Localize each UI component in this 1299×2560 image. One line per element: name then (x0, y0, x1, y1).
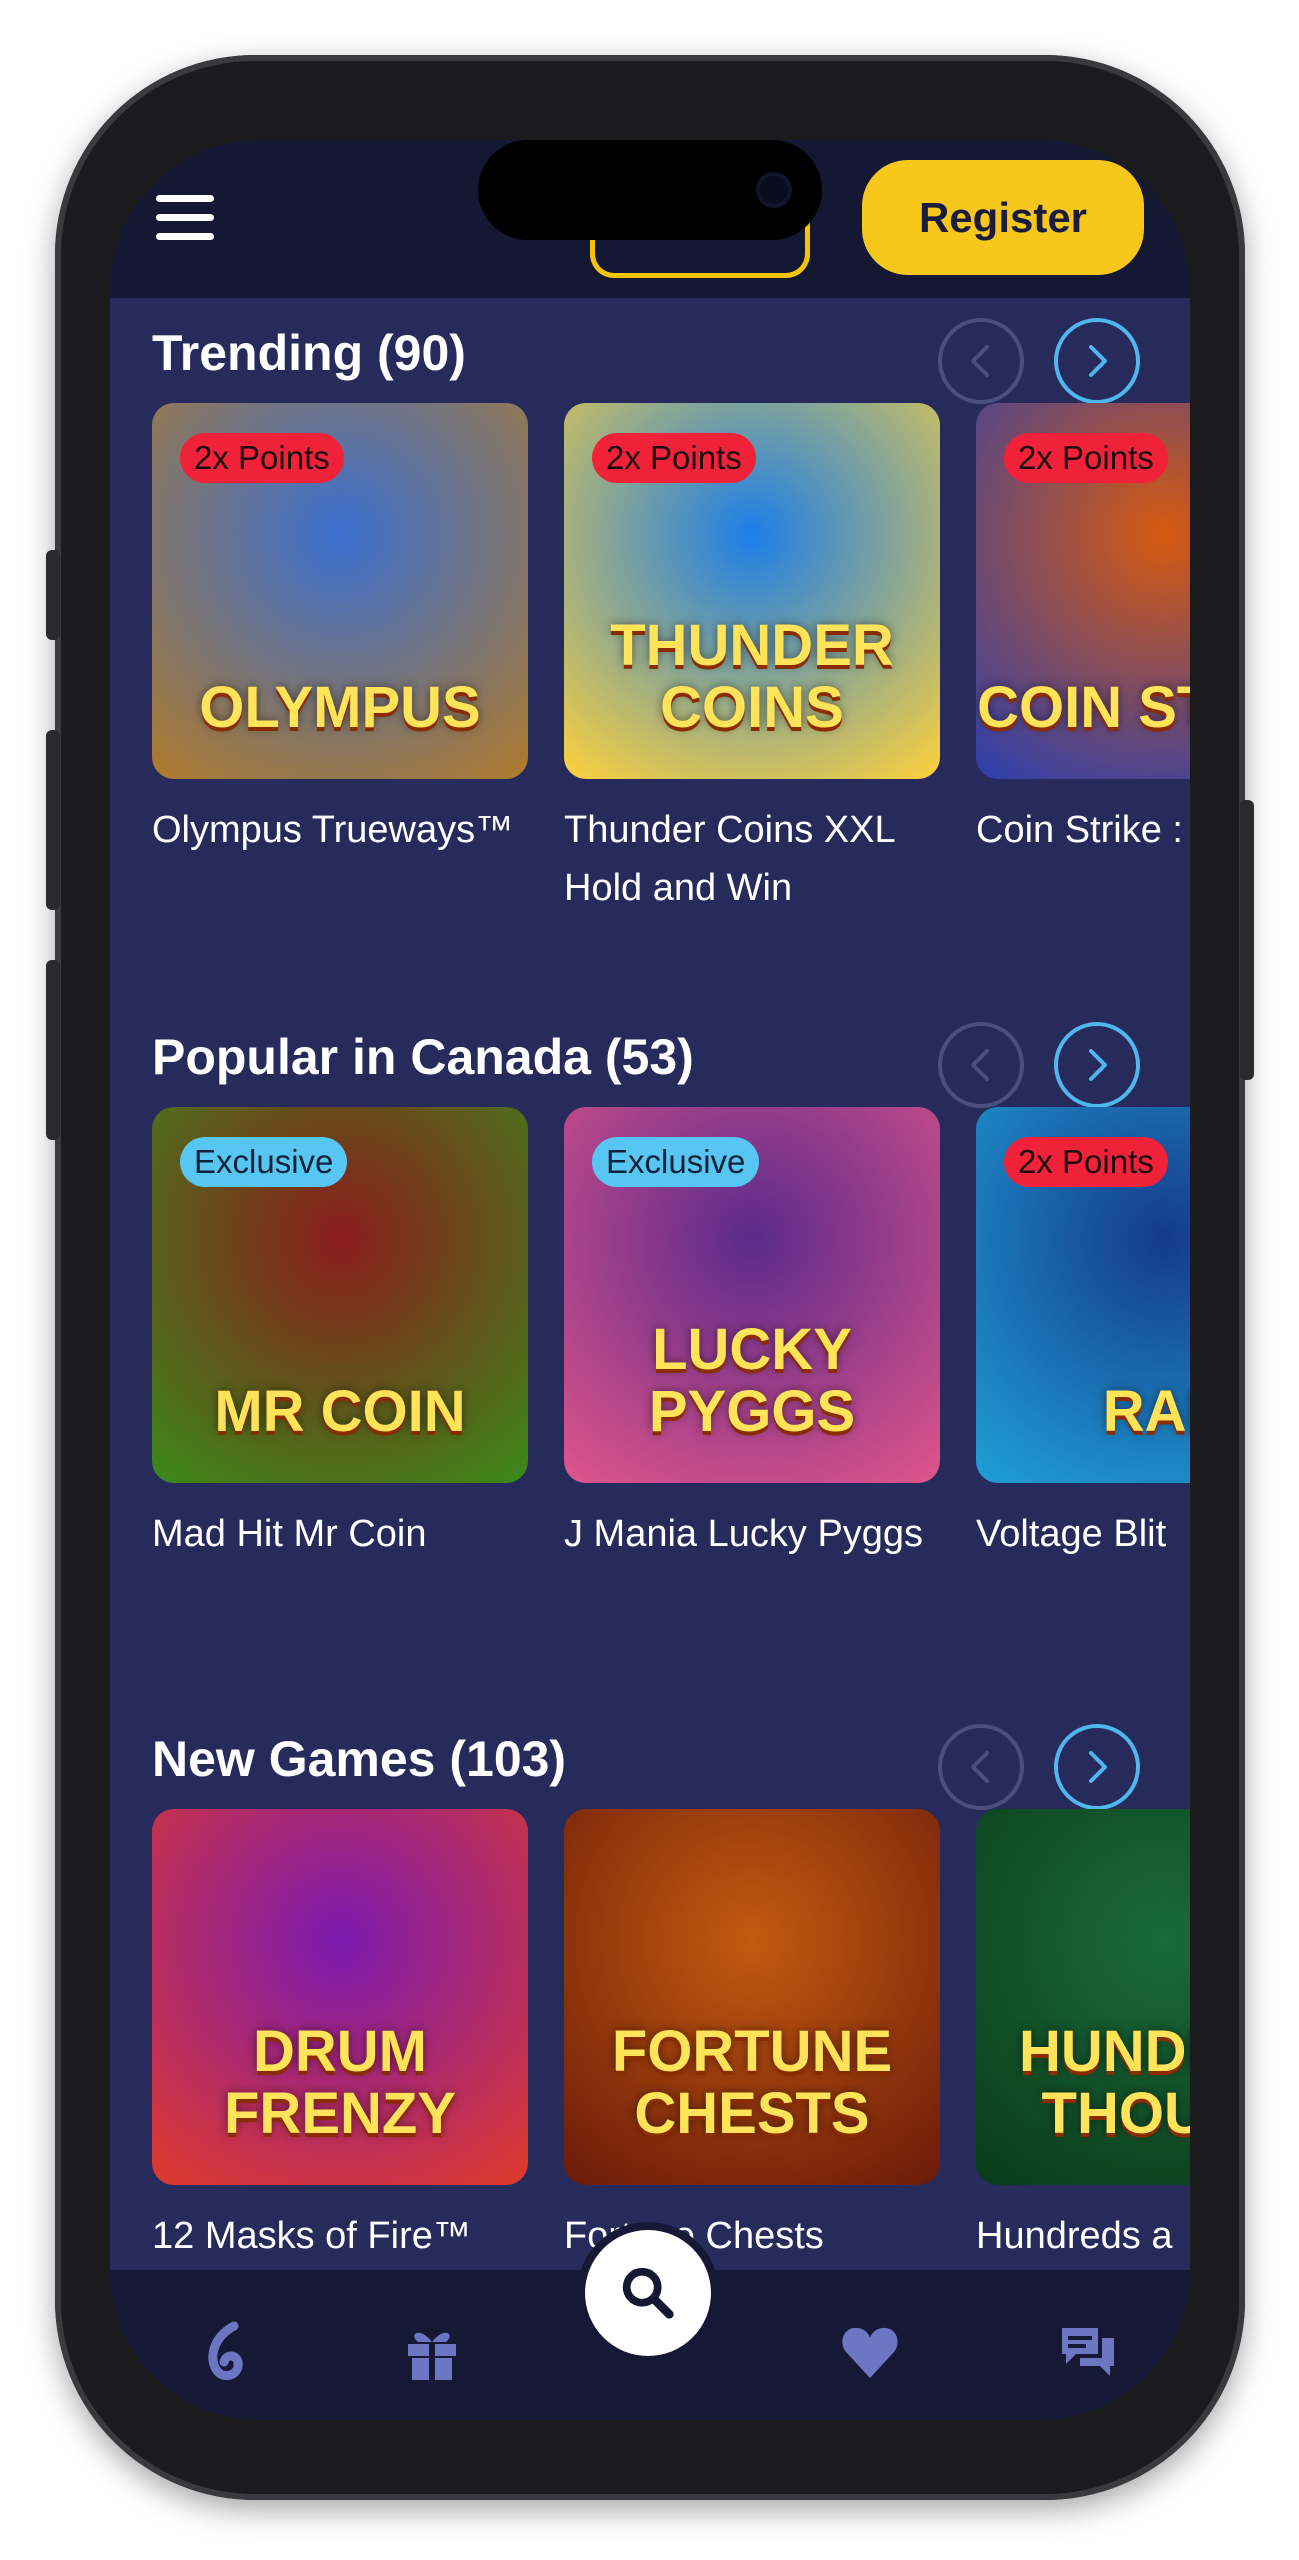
prev-arrow-button[interactable] (938, 1724, 1024, 1810)
game-logo-art: RAP (1102, 1379, 1190, 1444)
game-logo-art: MR COIN (214, 1379, 466, 1444)
search-button[interactable] (585, 2230, 711, 2356)
game-logo-art: LUCKY PYGGS (648, 1317, 856, 1444)
game-card[interactable]: COIN STRIKE 2x Points Coin Strike : and Wi… (976, 403, 1190, 859)
game-name[interactable]: J Mania Lucky Pyggs (564, 1505, 940, 1563)
side-button (1240, 800, 1254, 1080)
camera-icon (756, 172, 792, 208)
chevron-left-icon (971, 1049, 989, 1081)
prev-arrow-button[interactable] (938, 318, 1024, 404)
next-arrow-button[interactable] (1054, 1724, 1140, 1810)
game-card[interactable]: FORTUNE CHESTS Fortune Chests (564, 1809, 940, 2265)
game-logo-art: THUNDER COINS (610, 613, 894, 740)
game-card[interactable]: THUNDER COINS 2x Points Thunder Coins XXL … (564, 403, 940, 917)
game-name[interactable]: Hundreds a (976, 2207, 1190, 2265)
chevron-left-icon (971, 1751, 989, 1783)
game-thumbnail[interactable]: RAP 2x Points (976, 1107, 1190, 1483)
points-badge: 2x Points (592, 433, 756, 483)
exclusive-badge: Exclusive (592, 1137, 760, 1187)
game-logo-art: OLYMPUS (199, 675, 481, 740)
game-name[interactable]: Voltage Blit (976, 1505, 1190, 1563)
game-card[interactable]: HUNDRED THOUSA Hundreds a (976, 1809, 1190, 2265)
side-button (46, 550, 60, 640)
chevron-right-icon (1089, 345, 1107, 377)
game-card[interactable]: RAP 2x Points Voltage Blit (976, 1107, 1190, 1563)
chevron-left-icon (971, 345, 989, 377)
game-thumbnail[interactable]: OLYMPUS 2x Points (152, 403, 528, 779)
bottom-nav (110, 2230, 1190, 2420)
game-thumbnail[interactable]: COIN STRIKE 2x Points (976, 403, 1190, 779)
logo-icon[interactable] (194, 2320, 258, 2384)
game-thumbnail[interactable]: LUCKY PYGGS Exclusive (564, 1107, 940, 1483)
game-name[interactable]: Olympus Trueways™ (152, 801, 528, 859)
game-logo-art: DRUM FRENZY (224, 2019, 456, 2146)
exclusive-badge: Exclusive (180, 1137, 348, 1187)
game-name[interactable]: Thunder Coins XXL Hold and Win (564, 801, 940, 917)
heart-icon[interactable] (838, 2320, 902, 2384)
search-icon (622, 2267, 674, 2319)
next-arrow-button[interactable] (1054, 318, 1140, 404)
game-section: Popular in Canada (53) MR COIN Exclusive Ma… (110, 1022, 1190, 1682)
side-button (46, 730, 60, 910)
chat-icon[interactable] (1056, 2320, 1120, 2384)
game-name[interactable]: Mad Hit Mr Coin (152, 1505, 528, 1563)
game-card[interactable]: DRUM FRENZY 12 Masks of Fire™ (152, 1809, 528, 2265)
game-name[interactable]: Coin Strike : and Win (976, 801, 1190, 859)
game-logo-art: COIN STRIKE (977, 675, 1190, 740)
game-card[interactable]: OLYMPUS 2x Points Olympus Trueways™ (152, 403, 528, 859)
game-thumbnail[interactable]: MR COIN Exclusive (152, 1107, 528, 1483)
game-card[interactable]: MR COIN Exclusive Mad Hit Mr Coin (152, 1107, 528, 1563)
menu-icon[interactable] (156, 195, 214, 243)
points-badge: 2x Points (1004, 433, 1168, 483)
points-badge: 2x Points (180, 433, 344, 483)
section-title[interactable]: Popular in Canada (53) (152, 1022, 694, 1092)
chevron-right-icon (1089, 1049, 1107, 1081)
chevron-right-icon (1089, 1751, 1107, 1783)
register-button[interactable]: Register (862, 160, 1144, 275)
dynamic-island (478, 140, 822, 240)
section-title[interactable]: New Games (103) (152, 1724, 566, 1794)
section-title[interactable]: Trending (90) (152, 318, 466, 388)
gift-icon[interactable] (400, 2320, 464, 2384)
game-logo-art: HUNDRED THOUSA (1019, 2019, 1190, 2146)
game-thumbnail[interactable]: DRUM FRENZY (152, 1809, 528, 2185)
prev-arrow-button[interactable] (938, 1022, 1024, 1108)
game-section: Trending (90) OLYMPUS 2x Points Olympus Tru… (110, 318, 1190, 978)
game-thumbnail[interactable]: FORTUNE CHESTS (564, 1809, 940, 2185)
game-thumbnail[interactable]: HUNDRED THOUSA (976, 1809, 1190, 2185)
app-screen: Register Trending (90) OLYMPUS 2x Points Ol… (110, 140, 1190, 2420)
game-logo-art: FORTUNE CHESTS (611, 2019, 893, 2146)
game-card[interactable]: LUCKY PYGGS Exclusive J Mania Lucky Pyggs (564, 1107, 940, 1563)
game-name[interactable]: 12 Masks of Fire™ (152, 2207, 528, 2265)
side-button (46, 960, 60, 1140)
points-badge: 2x Points (1004, 1137, 1168, 1187)
game-thumbnail[interactable]: THUNDER COINS 2x Points (564, 403, 940, 779)
next-arrow-button[interactable] (1054, 1022, 1140, 1108)
